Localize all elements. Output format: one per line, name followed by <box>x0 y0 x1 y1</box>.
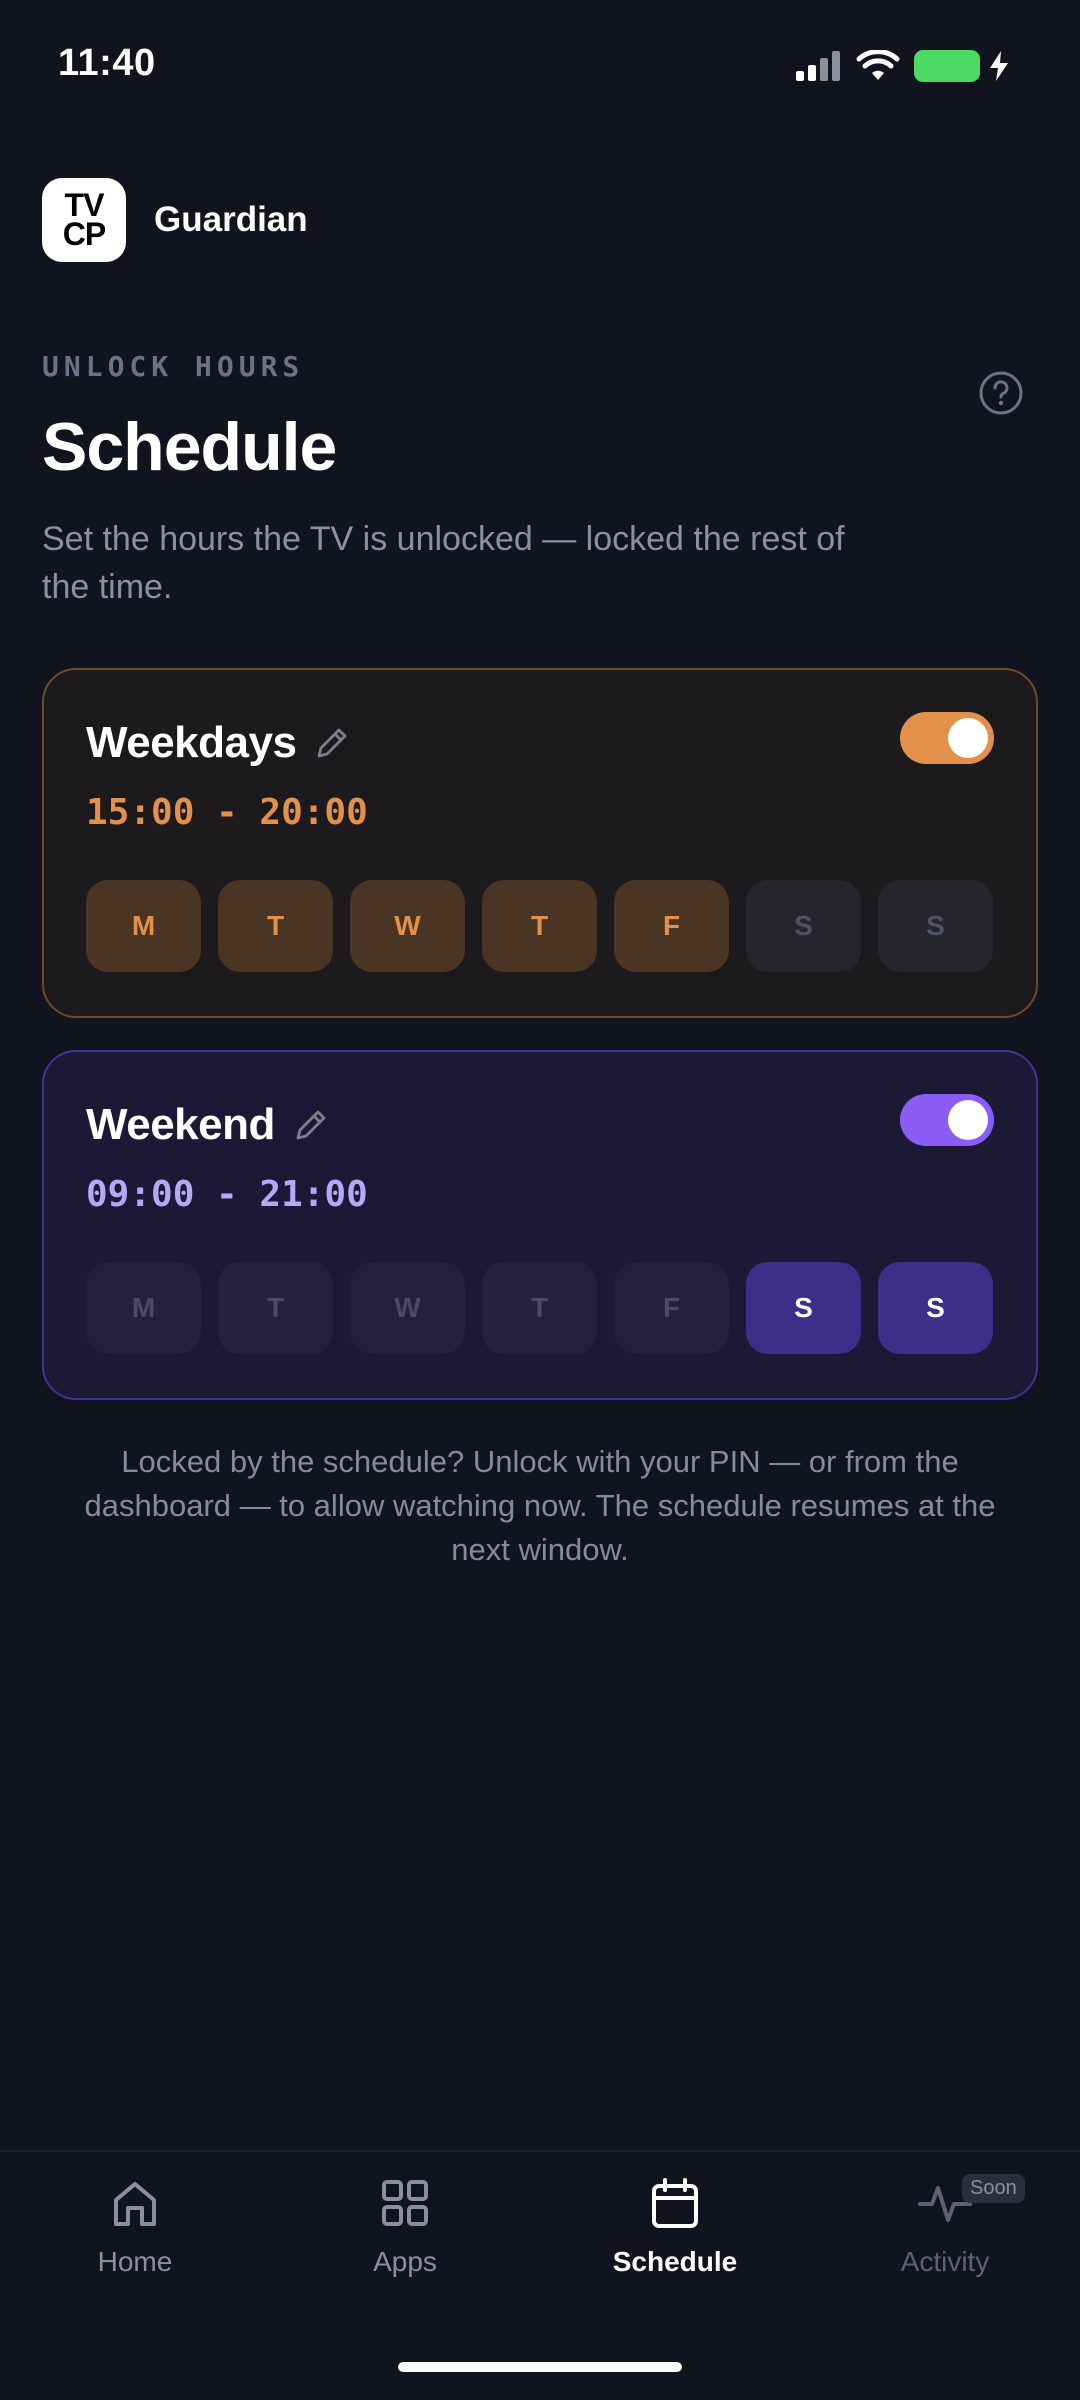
day-chip-wednesday[interactable]: W <box>350 880 465 972</box>
nav-item-apps[interactable]: Apps <box>270 2164 540 2294</box>
logo-line-2: CP <box>62 216 106 252</box>
battery-icon <box>914 50 980 82</box>
soon-badge: Soon <box>962 2174 1025 2203</box>
app-name: Guardian <box>154 200 308 239</box>
card-title-row: Weekdays <box>86 718 352 768</box>
day-chip-sunday[interactable]: S <box>878 1262 993 1354</box>
nav-label: Activity <box>900 2246 990 2277</box>
wifi-icon <box>856 50 900 80</box>
home-indicator <box>398 2362 682 2372</box>
home-icon <box>114 2182 156 2226</box>
day-chip-thursday[interactable]: T <box>482 880 597 972</box>
day-chip-saturday[interactable]: S <box>746 1262 861 1354</box>
day-chip-friday[interactable]: F <box>614 1262 729 1354</box>
app-logo: TV CP <box>42 178 126 262</box>
apps-grid-icon <box>382 2180 428 2226</box>
nav-label: Apps <box>373 2246 437 2277</box>
schedule-screen: 11:40 TV CP Guardian UNLOCK HOURS Schedu… <box>0 0 1080 2400</box>
edit-pencil-icon[interactable] <box>291 1105 331 1145</box>
toggle-knob <box>948 718 988 758</box>
page-title: Schedule <box>42 409 337 485</box>
schedule-name: Weekdays <box>86 718 297 767</box>
schedule-card-weekdays[interactable]: Weekdays 15:00 - 20:00 M T W T F S S <box>42 668 1038 1018</box>
card-title-row: Weekend <box>86 1100 331 1150</box>
day-chip-tuesday[interactable]: T <box>218 1262 333 1354</box>
day-chip-tuesday[interactable]: T <box>218 880 333 972</box>
day-chip-friday[interactable]: F <box>614 880 729 972</box>
edit-pencil-icon[interactable] <box>312 723 352 763</box>
nav-label: Schedule <box>612 2246 738 2277</box>
calendar-icon <box>652 2178 698 2228</box>
day-chip-saturday[interactable]: S <box>746 880 861 972</box>
signal-icon <box>796 51 840 81</box>
app-logo-text: TV CP <box>62 189 106 252</box>
charging-bolt-icon <box>990 51 1008 81</box>
schedule-time-range[interactable]: 15:00 - 20:00 <box>86 792 368 833</box>
schedule-toggle[interactable] <box>900 1094 994 1146</box>
day-selector: M T W T F S S <box>86 1262 993 1354</box>
status-icons <box>796 50 1010 82</box>
day-selector: M T W T F S S <box>86 880 993 972</box>
schedule-time-range[interactable]: 09:00 - 21:00 <box>86 1174 368 1215</box>
help-icon[interactable] <box>978 370 1024 416</box>
day-chip-monday[interactable]: M <box>86 1262 201 1354</box>
app-header: TV CP Guardian <box>42 178 308 262</box>
status-bar: 11:40 <box>0 0 1080 130</box>
day-chip-monday[interactable]: M <box>86 880 201 972</box>
nav-label: Home <box>97 2246 173 2277</box>
day-chip-wednesday[interactable]: W <box>350 1262 465 1354</box>
section-eyebrow: UNLOCK HOURS <box>42 350 305 383</box>
schedule-card-weekend[interactable]: Weekend 09:00 - 21:00 M T W T F S S <box>42 1050 1038 1400</box>
toggle-knob <box>948 1100 988 1140</box>
day-chip-thursday[interactable]: T <box>482 1262 597 1354</box>
day-chip-sunday[interactable]: S <box>878 880 993 972</box>
schedule-name: Weekend <box>86 1100 275 1149</box>
nav-item-schedule[interactable]: Schedule <box>540 2164 810 2294</box>
schedule-toggle[interactable] <box>900 712 994 764</box>
page-description: Set the hours the TV is unlocked — locke… <box>42 520 845 606</box>
status-time: 11:40 <box>58 42 156 84</box>
schedule-footnote: Locked by the schedule? Unlock with your… <box>84 1444 996 1567</box>
nav-item-activity[interactable]: Soon Activity <box>810 2164 1080 2294</box>
nav-item-home[interactable]: Home <box>0 2164 270 2294</box>
